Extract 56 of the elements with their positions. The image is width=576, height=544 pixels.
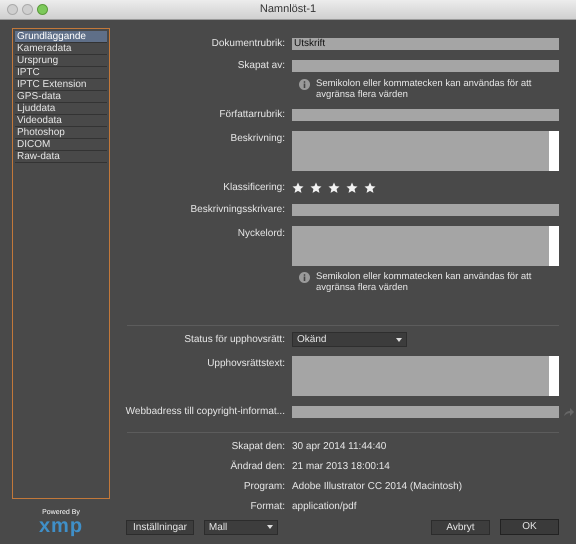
hint-text: Semikolon eller kommatecken kan användas för att avgränsa flera värden [316, 271, 532, 293]
window-title: Namnlöst-1 [260, 2, 316, 18]
caret-icon [266, 525, 273, 529]
field-label: Dokumentrubrik: [212, 38, 285, 49]
info-value: 30 apr 2014 11:44:40 [292, 440, 386, 454]
sidebar-item[interactable]: Kameradata [15, 43, 107, 55]
text-area[interactable] [292, 356, 559, 396]
star-icon[interactable] [364, 182, 376, 194]
sidebar-item[interactable]: Photoshop [15, 127, 107, 139]
sidebar-item[interactable]: Ljuddata [15, 103, 107, 115]
text-field[interactable] [292, 108, 559, 120]
field-label: Upphovsrättstext: [207, 358, 285, 369]
text-area[interactable] [292, 226, 559, 266]
info-value: 21 mar 2013 18:00:14 [292, 460, 390, 474]
star-icon[interactable] [310, 182, 322, 194]
text-field[interactable] [292, 60, 559, 72]
cancel-button[interactable]: Avbryt [431, 520, 490, 534]
hint-text: Semikolon eller kommatecken kan användas för att avgränsa flera värden [316, 78, 532, 100]
field-label: Beskrivning: [230, 133, 285, 144]
sidebar-item[interactable]: Raw-data [15, 151, 107, 163]
zoom-button[interactable] [37, 4, 48, 15]
logo-wordmark: xmp [38, 517, 84, 535]
sidebar-item[interactable]: Ursprung [15, 55, 107, 67]
text-field[interactable]: Utskrift [292, 38, 559, 50]
field-label: Ändrad den: [230, 461, 285, 472]
field-label: Klassificering: [223, 182, 285, 193]
field-label: Beskrivningsskrivare: [190, 204, 285, 215]
field-label: Program: [244, 481, 285, 492]
sidebar-item[interactable]: GPS-data [15, 91, 107, 103]
star-icon[interactable] [346, 182, 358, 194]
caret-icon [396, 338, 402, 342]
field-label: Status för upphovsrätt: [184, 334, 285, 345]
url-field[interactable] [292, 406, 559, 418]
info-value: Adobe Illustrator CC 2014 (Macintosh) [292, 480, 462, 494]
star-icon[interactable] [292, 182, 304, 194]
info-icon [299, 272, 310, 283]
sidebar-item[interactable]: IPTC [15, 67, 107, 79]
field-label: Skapat den: [232, 441, 285, 452]
field-label: Nyckelord: [238, 228, 285, 239]
sidebar-item[interactable]: Grundläggande [15, 31, 107, 43]
field-label: Webbadress till copyright-informat... [126, 406, 285, 417]
text-field[interactable] [292, 204, 559, 216]
sidebar-item[interactable]: Videodata [15, 115, 107, 127]
ok-button[interactable]: OK [500, 519, 559, 535]
status-dropdown[interactable]: Okänd [292, 332, 407, 347]
field-label: Författarrubrik: [219, 109, 285, 120]
sidebar-item[interactable]: IPTC Extension [15, 79, 107, 91]
sidebar-item[interactable]: DICOM [15, 139, 107, 151]
star-icon[interactable] [328, 182, 340, 194]
field-label: Skapat av: [238, 60, 285, 71]
info-icon [299, 79, 310, 90]
text-area[interactable] [292, 131, 559, 171]
template-dropdown[interactable]: Mall [204, 520, 278, 534]
settings-button[interactable]: Inställningar [126, 520, 194, 534]
info-value: application/pdf [292, 500, 356, 514]
field-label: Format: [250, 501, 285, 512]
